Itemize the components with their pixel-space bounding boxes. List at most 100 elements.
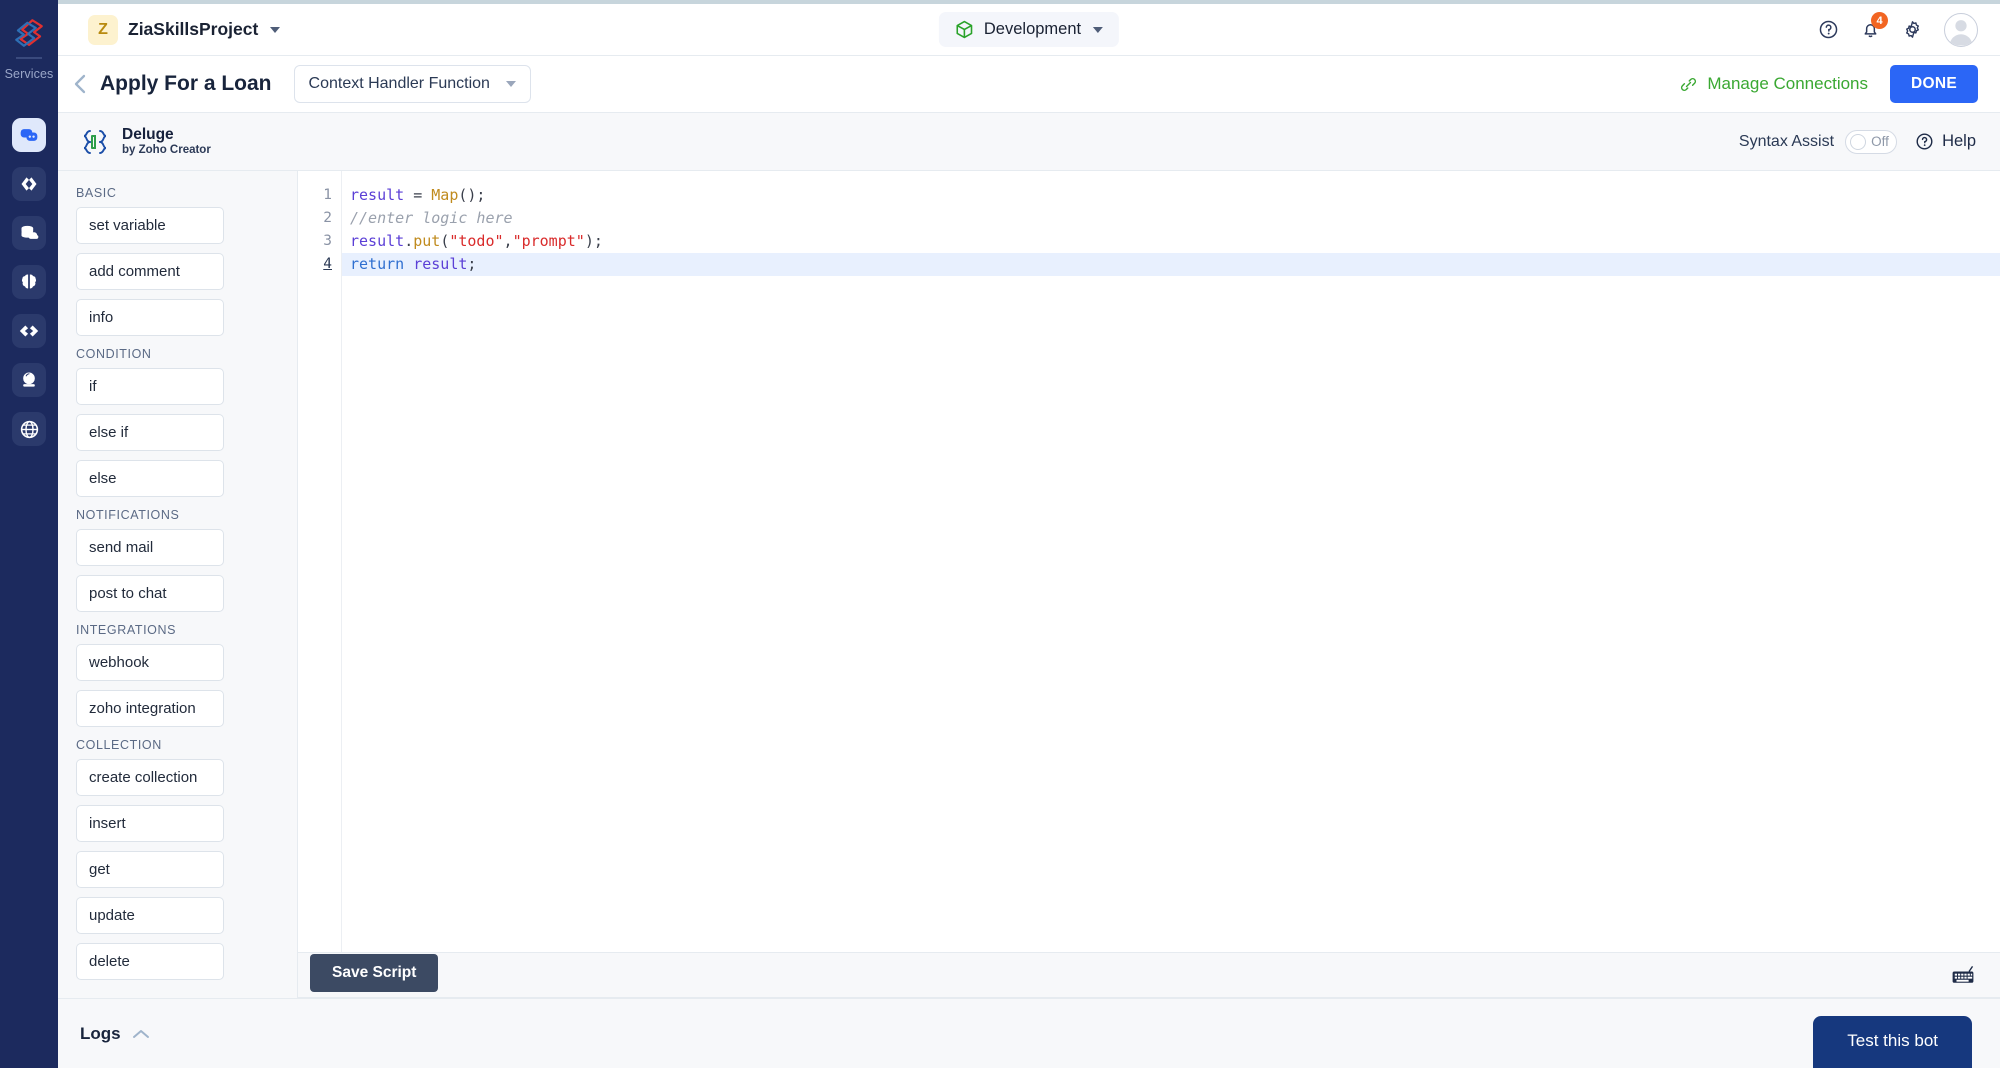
avatar-icon — [1949, 19, 1973, 45]
zoho-logo — [15, 19, 43, 47]
help-button[interactable] — [1818, 19, 1839, 40]
palette-group-label: INTEGRATIONS — [76, 623, 177, 637]
gear-icon — [1906, 21, 1919, 38]
chat-bubbles-icon — [20, 129, 38, 141]
chevron-down-icon — [1093, 26, 1104, 33]
top-bar: Z ZiaSkillsProject Development 4 — [58, 4, 2000, 56]
code-token: result — [350, 186, 405, 204]
chevron-down-icon — [270, 26, 281, 33]
palette-item[interactable]: create collection — [76, 759, 224, 796]
palette-group-label: NOTIFICATIONS — [76, 508, 180, 522]
palette-item[interactable]: if — [76, 368, 224, 405]
page-header-actions: Manage Connections DONE — [1679, 65, 1978, 103]
code-line[interactable]: return result; — [342, 253, 2000, 276]
sidebar-item-flow[interactable] — [12, 314, 46, 348]
sidebar-item-ai[interactable] — [12, 265, 46, 299]
palette-item[interactable]: insert — [76, 805, 224, 842]
code-token: "todo" — [449, 232, 504, 250]
snippet-palette[interactable]: BASIC set variable add comment info CONDITIO… — [58, 171, 298, 998]
chevron-down-icon — [505, 81, 516, 87]
palette-item[interactable]: else if — [76, 414, 224, 451]
rail-services-label: Services — [4, 67, 54, 81]
syntax-assist-control: Syntax Assist Off — [1739, 129, 1898, 154]
code-token: return — [350, 255, 405, 273]
sidebar-item-web[interactable] — [12, 412, 46, 446]
save-script-button[interactable]: Save Script — [310, 954, 439, 992]
project-initial-badge: Z — [88, 14, 118, 45]
palette-group-label: COLLECTION — [76, 738, 162, 752]
palette-item[interactable]: post to chat — [76, 575, 224, 612]
palette-item[interactable]: add comment — [76, 253, 224, 290]
sidebar-item-chat[interactable] — [12, 118, 46, 152]
back-button[interactable] — [72, 73, 88, 95]
code-line[interactable]: result = Map(); — [342, 184, 2000, 207]
toggle-knob — [1850, 133, 1867, 150]
palette-item[interactable]: webhook — [76, 644, 224, 681]
palette-item[interactable]: delete — [76, 943, 224, 980]
palette-item[interactable]: set variable — [76, 207, 224, 244]
globe-icon — [20, 420, 38, 438]
keyboard-icon — [1952, 965, 1974, 983]
logs-label: Logs — [80, 1023, 121, 1043]
help-circle-icon — [1916, 133, 1933, 150]
environment-selector[interactable]: Development — [938, 12, 1120, 47]
page-header: Apply For a Loan Context Handler Functio… — [58, 56, 2000, 113]
palette-item[interactable]: else — [76, 460, 224, 497]
deluge-help-label: Help — [1942, 132, 1976, 150]
notifications-button[interactable]: 4 — [1860, 12, 1888, 40]
rail-header: Services — [0, 0, 58, 110]
logs-collapse-button[interactable] — [132, 1028, 150, 1040]
database-cloud-icon — [21, 225, 39, 239]
chevron-up-icon — [132, 1029, 149, 1038]
notification-count-badge: 4 — [1871, 12, 1888, 29]
code-token: ); — [584, 232, 603, 250]
palette-item[interactable]: send mail — [76, 529, 224, 566]
keyboard-shortcuts-button[interactable] — [1950, 965, 1976, 985]
manage-connections-label: Manage Connections — [1707, 74, 1869, 93]
line-number-gutter: 1 2 3 4 — [298, 171, 342, 952]
code-area[interactable]: result = Map(); //enter logic here result.… — [342, 171, 2000, 952]
line-number: 4 — [323, 256, 332, 272]
link-icon — [1681, 77, 1697, 91]
code-line[interactable]: //enter logic here — [342, 207, 2000, 230]
rail-item-list — [0, 110, 58, 446]
editor-action-strip: Save Script — [298, 953, 2000, 998]
deluge-subtitle: by Zoho Creator — [122, 143, 211, 156]
line-number: 1 — [323, 187, 332, 203]
code-token: put — [413, 232, 441, 250]
code-line[interactable]: result.put("todo","prompt"); — [342, 230, 2000, 253]
environment-label: Development — [983, 20, 1082, 38]
help-circle-icon — [1819, 20, 1838, 39]
sidebar-item-prediction[interactable] — [12, 363, 46, 397]
code-editor[interactable]: 1234 result = Map();//enter logic here re… — [298, 171, 2000, 953]
code-token: (); — [458, 186, 486, 204]
project-switcher[interactable]: Z ZiaSkillsProject — [88, 14, 281, 45]
syntax-assist-state: Off — [1871, 134, 1889, 149]
code-token: , — [503, 232, 513, 250]
done-button[interactable]: DONE — [1890, 65, 1978, 103]
code-token: Map — [431, 186, 459, 204]
syntax-assist-toggle[interactable]: Off — [1845, 129, 1898, 154]
logs-bar: Logs Test this bot — [58, 998, 2000, 1068]
project-name: ZiaSkillsProject — [128, 19, 259, 39]
services-rail: Services — [0, 0, 58, 1068]
code-token: //enter logic here — [350, 209, 513, 227]
test-this-bot-button[interactable]: Test this bot — [1813, 1016, 1972, 1068]
palette-item[interactable]: update — [76, 897, 224, 934]
line-number: 2 — [323, 210, 332, 226]
sidebar-item-data[interactable] — [12, 216, 46, 250]
palette-item[interactable]: get — [76, 851, 224, 888]
palette-item[interactable]: info — [76, 299, 224, 336]
palette-item[interactable]: zoho integration — [76, 690, 224, 727]
sidebar-item-code[interactable] — [12, 167, 46, 201]
deluge-help-button[interactable]: Help — [1915, 132, 1976, 151]
code-token: = — [404, 186, 432, 204]
settings-button[interactable] — [1902, 19, 1923, 40]
manage-connections-button[interactable]: Manage Connections — [1679, 74, 1868, 94]
deluge-brackets-icon — [83, 129, 107, 154]
function-selector[interactable]: Context Handler Function — [293, 65, 531, 103]
code-token: result — [350, 232, 405, 250]
avatar[interactable] — [1944, 12, 1978, 47]
brain-icon — [22, 274, 36, 289]
